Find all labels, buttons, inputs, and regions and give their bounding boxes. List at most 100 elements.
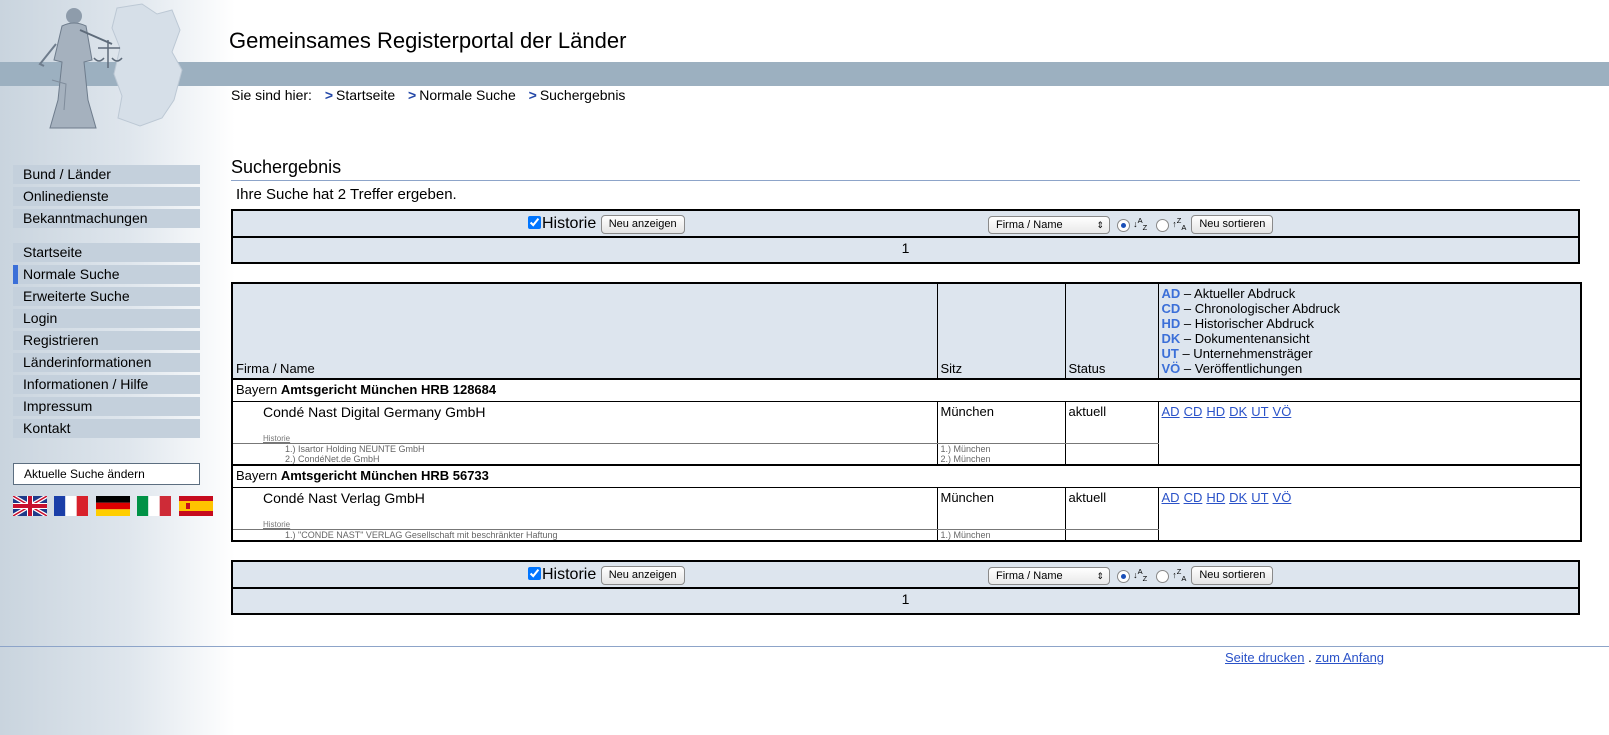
table-row: Condé Nast Digital Germany GmbH Historie…: [231, 400, 1582, 466]
history-sitz: 1.) München: [936, 442, 1066, 454]
sort-field-value: Firma / Name: [996, 570, 1063, 583]
sort-descending-icon: ↑ZA: [1172, 567, 1187, 583]
sort-button[interactable]: Neu sortieren: [1191, 566, 1274, 585]
nav-item-bekanntmachungen[interactable]: Bekanntmachungen: [13, 209, 200, 228]
sort-descending-radio[interactable]: [1156, 218, 1170, 232]
sort-ascending-radio[interactable]: [1117, 218, 1131, 232]
french-flag-icon[interactable]: [54, 496, 89, 516]
link-ad[interactable]: AD: [1162, 404, 1180, 419]
breadcrumb-normale-suche[interactable]: Normale Suche: [419, 87, 516, 103]
company-name: Condé Nast Verlag GmbH: [263, 489, 425, 506]
sort-field-select[interactable]: Firma / Name ⇕: [988, 567, 1110, 586]
change-search-button[interactable]: Aktuelle Suche ändern: [13, 463, 200, 485]
results-count: Ihre Suche hat 2 Treffer ergeben.: [236, 186, 457, 203]
nav-item-informationen-hilfe[interactable]: Informationen / Hilfe: [13, 375, 200, 394]
link-hd[interactable]: HD: [1206, 404, 1225, 419]
link-ad[interactable]: AD: [1162, 490, 1180, 505]
historie-label: Historie: [542, 566, 597, 583]
nav-item-kontakt[interactable]: Kontakt: [13, 419, 200, 438]
footer-links: Seite drucken . zum Anfang: [1225, 650, 1384, 665]
company-status: aktuell: [1064, 486, 1159, 530]
show-button[interactable]: Neu anzeigen: [600, 215, 685, 234]
results-controls-bottom: Historie Neu anzeigen Firma / Name ⇕ ↓AZ …: [231, 560, 1580, 615]
sort-ascending-radio[interactable]: [1117, 569, 1131, 583]
sort-controls: Firma / Name ⇕ ↓AZ ↑ZA Neu sortieren: [988, 566, 1274, 586]
link-ut[interactable]: UT: [1251, 404, 1268, 419]
court-row: Bayern Amtsgericht München HRB 128684: [231, 378, 1582, 402]
nav-item-erweiterte-suche[interactable]: Erweiterte Suche: [13, 287, 200, 306]
historie-label: Historie: [542, 215, 597, 232]
legend-item: VÖ – Veröffentlichungen: [1161, 361, 1303, 376]
footer-divider: [0, 646, 1609, 647]
history-status: [1064, 442, 1159, 466]
legend-item: UT – Unternehmensträger: [1161, 346, 1313, 361]
print-page-link[interactable]: Seite drucken: [1225, 650, 1305, 665]
nav-group-top: Bund / Länder Onlinedienste Bekanntmachu…: [13, 165, 200, 231]
nav-item-bund-laender[interactable]: Bund / Länder: [13, 165, 200, 184]
english-flag-icon[interactable]: [13, 496, 47, 516]
link-vo[interactable]: VÖ: [1273, 404, 1292, 419]
court-info: Bayern Amtsgericht München HRB 128684: [231, 378, 1582, 402]
results-title: Suchergebnis: [231, 157, 342, 177]
select-arrows-icon: ⇕: [1096, 220, 1104, 231]
link-cd[interactable]: CD: [1184, 490, 1203, 505]
history-label: Historie: [263, 433, 291, 443]
document-links: AD CD HD DK UT VÖ: [1157, 486, 1582, 541]
breadcrumb-startseite[interactable]: Startseite: [336, 87, 395, 103]
column-header-name: Firma / Name: [231, 282, 938, 380]
nav-item-onlinedienste[interactable]: Onlinedienste: [13, 187, 200, 206]
history-status: [1064, 528, 1159, 541]
spanish-flag-icon[interactable]: [178, 496, 213, 516]
company-sitz: München: [936, 400, 1066, 444]
german-flag-icon[interactable]: [95, 496, 130, 516]
company-name-cell: Condé Nast Digital Germany GmbH Historie: [231, 400, 938, 444]
italian-flag-icon[interactable]: [137, 496, 172, 516]
nav-item-normale-suche[interactable]: Normale Suche: [13, 265, 200, 284]
document-links: AD CD HD DK UT VÖ: [1157, 400, 1582, 466]
back-to-top-link[interactable]: zum Anfang: [1315, 650, 1384, 665]
breadcrumb-suchergebnis: Suchergebnis: [539, 87, 626, 103]
court-info: Bayern Amtsgericht München HRB 56733: [231, 464, 1582, 488]
company-sitz: München: [936, 486, 1066, 530]
show-button[interactable]: Neu anzeigen: [600, 566, 685, 585]
sort-button[interactable]: Neu sortieren: [1191, 215, 1274, 234]
page-number-link[interactable]: 1: [233, 240, 1578, 256]
results-title-divider: [231, 180, 1580, 181]
nav-item-impressum[interactable]: Impressum: [13, 397, 200, 416]
sort-descending-radio[interactable]: [1156, 569, 1170, 583]
link-dk[interactable]: DK: [1229, 490, 1247, 505]
footer-separator: .: [1308, 650, 1312, 665]
table-header-row: Firma / Name Sitz Status AD – Aktueller …: [231, 282, 1582, 380]
history-name: 1.) "CONDE NAST" VERLAG Gesellschaft mit…: [231, 528, 938, 541]
sort-field-select[interactable]: Firma / Name ⇕: [988, 216, 1110, 235]
link-ut[interactable]: UT: [1251, 490, 1268, 505]
history-name: 2.) CondéNet.de GmbH: [231, 454, 938, 466]
page: Gemeinsames Registerportal der Länder Si…: [0, 0, 1609, 735]
link-vo[interactable]: VÖ: [1273, 490, 1292, 505]
sort-field-value: Firma / Name: [996, 219, 1063, 232]
company-status: aktuell: [1064, 400, 1159, 444]
history-sitz: 2.) München: [936, 454, 1066, 466]
link-cd[interactable]: CD: [1184, 404, 1203, 419]
justitia-logo: [38, 3, 183, 129]
breadcrumb-separator-icon: >: [324, 87, 334, 103]
page-number-link[interactable]: 1: [233, 591, 1578, 607]
legend-item: AD – Aktueller Abdruck: [1161, 286, 1296, 301]
sort-controls: Firma / Name ⇕ ↓AZ ↑ZA Neu sortieren: [988, 215, 1274, 235]
link-hd[interactable]: HD: [1206, 490, 1225, 505]
historie-option: Historie Neu anzeigen: [528, 566, 685, 585]
nav-item-laenderinformationen[interactable]: Länderinformationen: [13, 353, 200, 372]
nav-item-registrieren[interactable]: Registrieren: [13, 331, 200, 350]
nav-item-login[interactable]: Login: [13, 309, 200, 328]
controls-row: Historie Neu anzeigen Firma / Name ⇕ ↓AZ …: [233, 562, 1578, 589]
legend-item: HD – Historischer Abdruck: [1161, 316, 1314, 331]
legend-item: CD – Chronologischer Abdruck: [1161, 301, 1341, 316]
historie-checkbox[interactable]: [528, 216, 541, 229]
link-dk[interactable]: DK: [1229, 404, 1247, 419]
nav-item-startseite[interactable]: Startseite: [13, 243, 200, 262]
results-controls-top: Historie Neu anzeigen Firma / Name ⇕ ↓AZ …: [231, 209, 1580, 264]
company-name: Condé Nast Digital Germany GmbH: [263, 403, 486, 420]
historie-checkbox[interactable]: [528, 567, 541, 580]
language-flags: [13, 496, 216, 516]
column-header-status: Status: [1064, 282, 1159, 380]
